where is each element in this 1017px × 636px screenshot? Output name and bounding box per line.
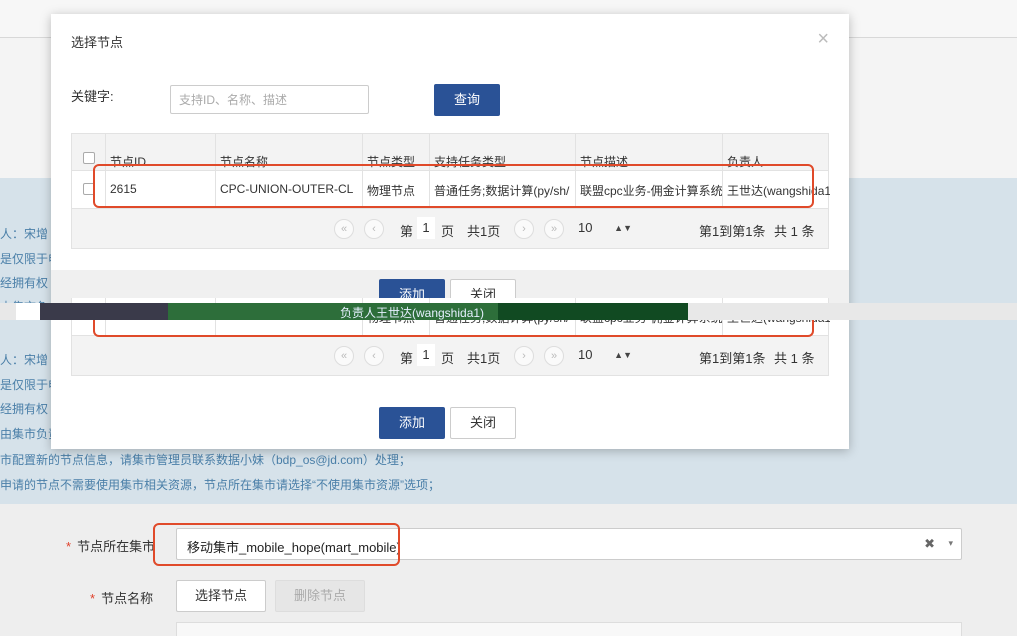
select-node-dialog: 选择节点 × 关键字: 查询 节点ID 节点名称 节点类型 支持任务类型 节点描…: [51, 14, 849, 449]
page-size-value: 10: [578, 220, 593, 235]
total-pages: 共1页: [467, 351, 501, 366]
first-page-icon[interactable]: «: [334, 346, 354, 366]
required-mark: *: [66, 539, 72, 554]
select-all-checkbox[interactable]: [83, 152, 95, 164]
notice-line: 经拥有权: [0, 402, 49, 416]
add-button[interactable]: 添加: [379, 407, 445, 439]
glitch-block: [40, 303, 168, 320]
highlight-box-mart: [153, 523, 400, 566]
close-button[interactable]: 关闭: [450, 407, 516, 439]
page-number-input[interactable]: 1: [417, 344, 435, 366]
page-number-input[interactable]: 1: [417, 217, 435, 239]
pager: « ‹ 第 1 页 共1页 › » 10 ▲▼ 第1到第1条 共 1 条: [71, 209, 829, 249]
total-count: 共 1 条: [774, 224, 815, 239]
last-page-icon[interactable]: »: [544, 219, 564, 239]
close-icon[interactable]: ×: [817, 29, 829, 49]
glitch-text: 负责人王世达(wangshida1): [340, 306, 485, 320]
search-button[interactable]: 查询: [434, 84, 500, 116]
glitch-block: [498, 303, 688, 320]
pager: « ‹ 第 1 页 共1页 › » 10 ▲▼ 第1到第1条 共 1 条: [71, 336, 829, 376]
page-prefix: 第: [400, 351, 414, 366]
prev-page-icon[interactable]: ‹: [364, 346, 384, 366]
required-mark: *: [90, 591, 96, 606]
clear-icon[interactable]: ✖: [924, 536, 935, 552]
page-size-stepper[interactable]: 10 ▲▼: [578, 344, 636, 366]
notice-line: 市配置新的节点信息，请集市管理员联系数据小妹（bdp_os@jd.com）处理；: [0, 453, 411, 467]
notice-line: 经拥有权: [0, 276, 49, 290]
notice-line: 人：宋增: [0, 353, 49, 367]
dialog-title: 选择节点: [71, 35, 124, 50]
total-pages: 共1页: [467, 224, 501, 239]
chevron-down-icon[interactable]: ▾: [948, 538, 953, 549]
form-area: [0, 504, 1017, 636]
spinner-icon[interactable]: ▲▼: [614, 344, 632, 366]
prev-page-icon[interactable]: ‹: [364, 219, 384, 239]
page-suffix: 页: [441, 351, 455, 366]
delete-node-button[interactable]: 删除节点: [275, 580, 365, 612]
total-count: 共 1 条: [774, 351, 815, 366]
notice-line: 申请的节点不需要使用集市相关资源，节点所在集市请选择“不使用集市资源”选项；: [0, 478, 440, 492]
node-name-label: * 节点名称: [90, 588, 153, 607]
page-prefix: 第: [400, 224, 414, 239]
last-page-icon[interactable]: »: [544, 346, 564, 366]
first-page-icon[interactable]: «: [334, 219, 354, 239]
spinner-icon[interactable]: ▲▼: [614, 217, 632, 239]
notice-line: 人：宋增: [0, 227, 49, 241]
mart-label-text: 节点所在集市: [77, 539, 156, 554]
range-text: 第1到第1条: [699, 224, 766, 239]
page-size-value: 10: [578, 347, 593, 362]
glitch-block: [16, 303, 40, 320]
highlight-box-row: [93, 164, 814, 208]
page-suffix: 页: [441, 224, 455, 239]
page-size-stepper[interactable]: 10 ▲▼: [578, 217, 636, 239]
next-page-icon[interactable]: ›: [514, 219, 534, 239]
range-text: 第1到第1条: [699, 351, 766, 366]
keyword-label: 关键字:: [71, 89, 114, 104]
next-page-icon[interactable]: ›: [514, 346, 534, 366]
keyword-input[interactable]: [170, 85, 369, 114]
selected-node-grid: [176, 622, 962, 636]
select-node-button[interactable]: 选择节点: [176, 580, 266, 612]
node-name-label-text: 节点名称: [101, 591, 154, 606]
glitch-strip: 负责人王世达(wangshida1): [0, 303, 1017, 320]
mart-field-label: * 节点所在集市: [66, 536, 155, 555]
